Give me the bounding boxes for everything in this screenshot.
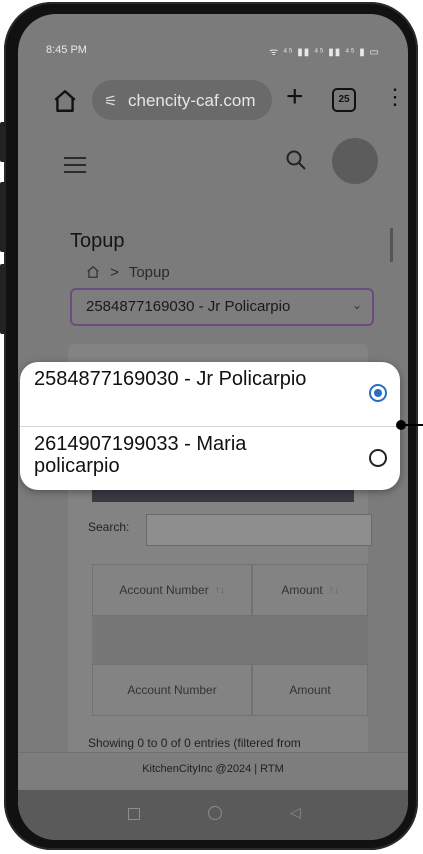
footer-text: KitchenCityInc @2024 | RTM — [142, 763, 284, 775]
dropdown-option[interactable]: 2614907199033 - Maria policarpio — [20, 426, 400, 489]
url-text[interactable]: chencity-caf.com — [128, 91, 256, 111]
radio-unselected-icon[interactable] — [369, 449, 387, 467]
chevron-down-icon[interactable]: ⌄ — [352, 298, 362, 312]
table-info: Showing 0 to 0 of 0 entries (filtered fr… — [88, 736, 301, 750]
scrollbar[interactable] — [390, 228, 393, 262]
table-empty-row — [92, 616, 368, 664]
home-icon[interactable] — [52, 88, 78, 114]
sort-icon[interactable]: ↑↓ — [215, 585, 225, 596]
back-icon[interactable]: ◁ — [290, 804, 301, 821]
account-dropdown: 2584877169030 - Jr Policarpio 2614907199… — [20, 362, 400, 490]
table-header-amount[interactable]: Amount ↑↓ — [252, 564, 368, 616]
status-icons: ᯤ ⁴⁵ ▮▮ ⁴⁵ ▮▮ ⁴⁵ ▮ ▭ — [269, 47, 380, 58]
dropdown-option-label[interactable]: 2614907199033 - Maria policarpio — [34, 433, 334, 477]
phone-side-button — [0, 122, 6, 162]
table-search-input[interactable] — [146, 514, 372, 546]
breadcrumb-home-icon[interactable] — [86, 265, 100, 279]
radio-selected-icon[interactable] — [369, 384, 387, 402]
home-nav-icon[interactable] — [208, 806, 222, 820]
dropdown-option-label[interactable]: 2584877169030 - Jr Policarpio — [34, 368, 334, 390]
account-select-value[interactable]: 2584877169030 - Jr Policarpio — [86, 298, 290, 315]
hamburger-icon[interactable] — [64, 152, 86, 178]
status-bar: 8:45 PM ᯤ ⁴⁵ ▮▮ ⁴⁵ ▮▮ ⁴⁵ ▮ ▭ — [18, 14, 408, 62]
dropdown-option[interactable]: 2584877169030 - Jr Policarpio — [20, 362, 400, 424]
more-menu-icon[interactable]: ⋮ — [384, 84, 406, 110]
app-header — [18, 138, 408, 202]
new-tab-icon[interactable]: + — [286, 80, 304, 114]
table-footer-amount: Amount — [252, 664, 368, 716]
page-footer: KitchenCityInc @2024 | RTM — [18, 752, 408, 789]
search-icon[interactable] — [284, 148, 308, 172]
phone-side-button — [0, 264, 6, 334]
breadcrumb-current: Topup — [128, 264, 170, 281]
callout-line — [404, 424, 423, 426]
table-footer-account-number: Account Number — [92, 664, 252, 716]
system-nav-bar: ◁ — [18, 790, 408, 840]
table-header-account-number[interactable]: Account Number ↑↓ — [92, 564, 252, 616]
page-title: Topup — [70, 230, 125, 252]
phone-side-button — [0, 182, 6, 252]
avatar[interactable] — [332, 138, 378, 184]
table-footer-row: Account Number Amount — [92, 664, 368, 716]
search-label: Search: — [88, 520, 130, 534]
sort-icon[interactable]: ↑↓ — [329, 585, 339, 596]
browser-toolbar: ⚟ chencity-caf.com + 25 ⋮ — [18, 72, 408, 132]
site-settings-icon[interactable]: ⚟ — [104, 92, 117, 110]
account-select[interactable]: 2584877169030 - Jr Policarpio ⌄ — [70, 288, 374, 326]
tabs-icon[interactable]: 25 — [332, 88, 356, 112]
breadcrumb-separator-icon: > — [110, 264, 119, 281]
breadcrumb: > Topup — [86, 264, 170, 281]
table-header-row: Account Number ↑↓ Amount ↑↓ — [92, 564, 368, 616]
status-time: 8:45 PM — [46, 44, 87, 56]
address-bar[interactable]: ⚟ chencity-caf.com — [92, 80, 272, 120]
recents-icon[interactable] — [128, 808, 140, 820]
